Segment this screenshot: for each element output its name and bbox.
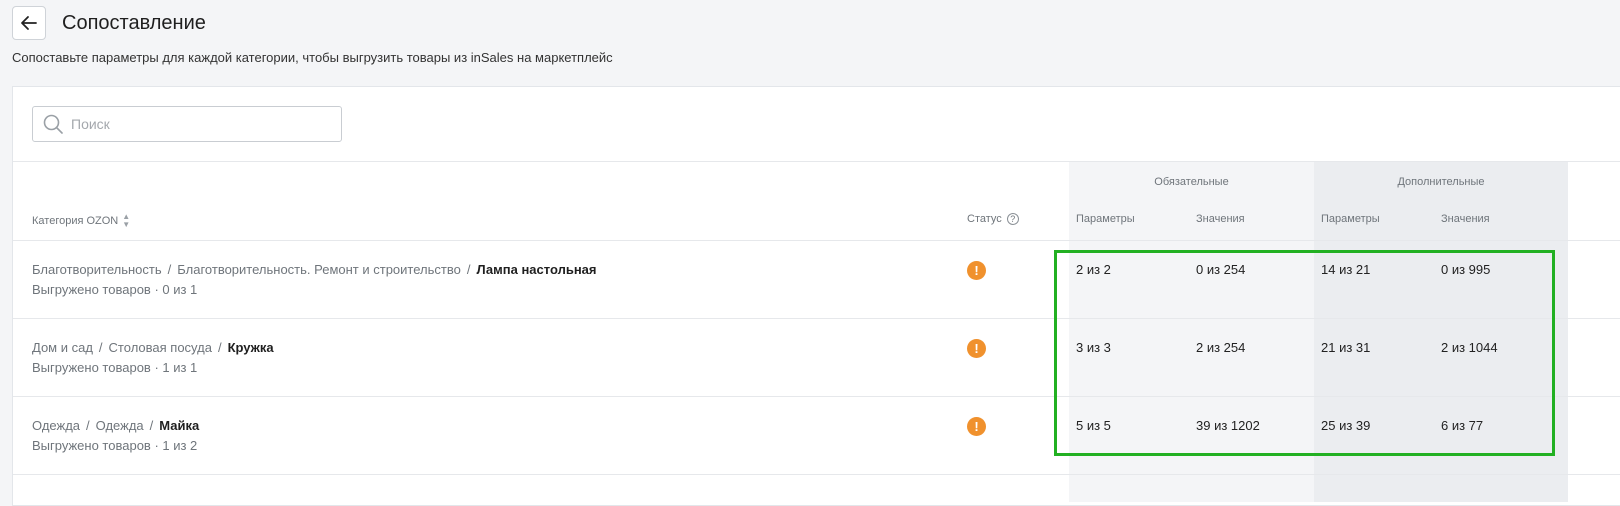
search-row (13, 87, 1620, 162)
req-values-cell: 39 из 1202 (1196, 418, 1260, 433)
category-path-segment: Дом и сад (32, 340, 93, 355)
category-path: Одежда / Одежда / Майка (32, 418, 200, 433)
table-row[interactable]: Дом и сад / Столовая посуда / Кружка Выгруже… (13, 319, 1620, 397)
category-header-label: Категория OZON (32, 215, 119, 227)
add-values-cell: 6 из 77 (1441, 418, 1484, 433)
category-path-segment: Одежда (32, 418, 81, 433)
add-values-header: Значения (1441, 213, 1490, 225)
add-params-cell: 14 из 21 (1321, 262, 1371, 277)
warning-icon[interactable]: ! (967, 417, 986, 436)
category-name[interactable]: Кружка (228, 340, 274, 355)
table-row[interactable]: Одежда / Одежда / Майка Выгружено товаров · … (13, 397, 1620, 475)
req-values-cell: 2 из 254 (1196, 340, 1246, 355)
mapping-card: Обязательные Дополнительные Категория OZ… (12, 86, 1620, 506)
status-header-label: Статус (967, 213, 1002, 225)
category-name[interactable]: Лампа настольная (476, 262, 596, 277)
add-values-cell: 2 из 1044 (1441, 340, 1498, 355)
category-name[interactable]: Майка (159, 418, 199, 433)
categories-table: Обязательные Дополнительные Категория OZ… (13, 162, 1620, 502)
req-values-header: Значения (1196, 213, 1245, 225)
category-path-segment: Благотворительность. Ремонт и строительс… (177, 262, 461, 277)
exported-count: Выгружено товаров · 0 из 1 (32, 282, 198, 297)
search-box[interactable] (32, 106, 342, 142)
arrow-left-icon (21, 16, 37, 30)
req-values-cell: 0 из 254 (1196, 262, 1246, 277)
search-input[interactable] (69, 115, 309, 133)
group-mandatory-header: Обязательные (1154, 176, 1229, 188)
category-path: Дом и сад / Столовая посуда / Кружка (32, 340, 274, 355)
group-additional-header: Дополнительные (1397, 176, 1485, 188)
table-header: Обязательные Дополнительные Категория OZ… (13, 162, 1620, 241)
category-path-segment: Одежда (95, 418, 144, 433)
add-params-header: Параметры (1321, 213, 1380, 225)
exported-count: Выгружено товаров · 1 из 1 (32, 360, 198, 375)
req-params-cell: 5 из 5 (1076, 418, 1111, 433)
page-header: Сопоставление (12, 6, 206, 40)
req-params-cell: 3 из 3 (1076, 340, 1111, 355)
req-params-header: Параметры (1076, 213, 1135, 225)
page-title: Сопоставление (62, 11, 206, 34)
add-values-cell: 0 из 995 (1441, 262, 1491, 277)
category-path-segment: Благотворительность (32, 262, 162, 277)
warning-icon[interactable]: ! (967, 261, 986, 280)
category-path: Благотворительность / Благотворительность.… (32, 262, 597, 277)
status-column-header: Статус ? (967, 213, 1019, 225)
sort-icon: ▲ ▼ (122, 212, 131, 229)
category-column-header[interactable]: Категория OZON ▲ ▼ (32, 213, 130, 229)
exported-count: Выгружено товаров · 1 из 2 (32, 438, 198, 453)
category-path-segment: Столовая посуда (108, 340, 212, 355)
search-icon (43, 114, 63, 134)
add-params-cell: 25 из 39 (1321, 418, 1371, 433)
add-params-cell: 21 из 31 (1321, 340, 1371, 355)
req-params-cell: 2 из 2 (1076, 262, 1111, 277)
back-button[interactable] (12, 6, 46, 40)
page-subtitle: Сопоставьте параметры для каждой категор… (12, 50, 613, 65)
table-row[interactable]: Благотворительность / Благотворительность.… (13, 241, 1620, 319)
help-icon[interactable]: ? (1006, 213, 1019, 225)
warning-icon[interactable]: ! (967, 339, 986, 358)
